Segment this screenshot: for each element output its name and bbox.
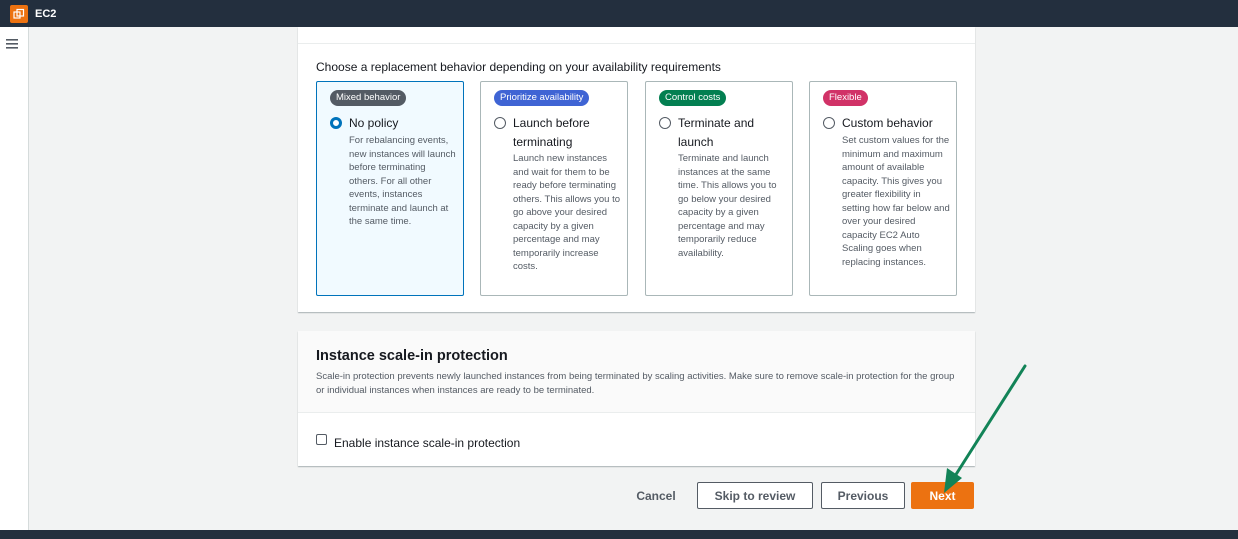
hamburger-menu-icon[interactable] [5, 37, 21, 51]
cancel-button[interactable]: Cancel [625, 482, 687, 509]
previous-button[interactable]: Previous [821, 482, 905, 509]
skip-to-review-button[interactable]: Skip to review [697, 482, 813, 509]
option-label: No policy [349, 116, 399, 130]
scale-in-protection-container: Instance scale-in protection Scale-in pr… [298, 331, 975, 466]
option-badge: Prioritize availability [494, 90, 590, 106]
section-divider [298, 43, 975, 44]
main-content: Choose a replacement behavior depending … [30, 27, 1238, 530]
option-badge: Flexible [823, 90, 868, 106]
option-label: Terminate and launch [678, 116, 755, 149]
ec2-service-icon[interactable] [10, 4, 28, 23]
option-description: Launch new instances and wait for them t… [513, 153, 621, 272]
section-title: Instance scale-in protection [316, 348, 508, 364]
section-description: Scale-in protection prevents newly launc… [316, 371, 955, 396]
option-tile-launch-before-terminating[interactable]: Prioritize availability Launch before te… [480, 81, 628, 296]
option-label: Custom behavior [842, 116, 933, 130]
radio-launch-before-terminating[interactable] [494, 117, 506, 129]
radio-custom-behavior[interactable] [823, 117, 835, 129]
option-description: Terminate and launch instances at the sa… [678, 153, 777, 259]
service-name[interactable]: EC2 [35, 8, 56, 20]
side-navigation-rail [0, 27, 29, 530]
option-tile-custom-behavior[interactable]: Flexible Custom behavior Set custom valu… [809, 81, 957, 296]
radio-terminate-and-launch[interactable] [659, 117, 671, 129]
option-label: Launch before terminating [513, 116, 590, 149]
replacement-behavior-container: Choose a replacement behavior depending … [298, 27, 975, 312]
option-description: For rebalancing events, new instances wi… [349, 135, 456, 227]
top-navigation-bar: EC2 [0, 0, 1238, 27]
option-tile-terminate-and-launch[interactable]: Control costs Terminate and launch Termi… [645, 81, 793, 296]
option-badge: Control costs [659, 90, 727, 106]
option-description: Set custom values for the minimum and ma… [842, 135, 950, 268]
replacement-behavior-intro: Choose a replacement behavior depending … [316, 60, 721, 74]
bottom-footer-bar [0, 530, 1238, 539]
option-tile-no-policy[interactable]: Mixed behavior No policy For rebalancing… [316, 81, 464, 296]
radio-no-policy[interactable] [330, 117, 342, 129]
scale-in-protection-checkbox-label[interactable]: Enable instance scale-in protection [334, 436, 520, 450]
next-button[interactable]: Next [911, 482, 974, 509]
scale-in-protection-header: Instance scale-in protection Scale-in pr… [298, 331, 975, 413]
scale-in-protection-checkbox[interactable] [316, 434, 327, 445]
option-badge: Mixed behavior [330, 90, 407, 106]
